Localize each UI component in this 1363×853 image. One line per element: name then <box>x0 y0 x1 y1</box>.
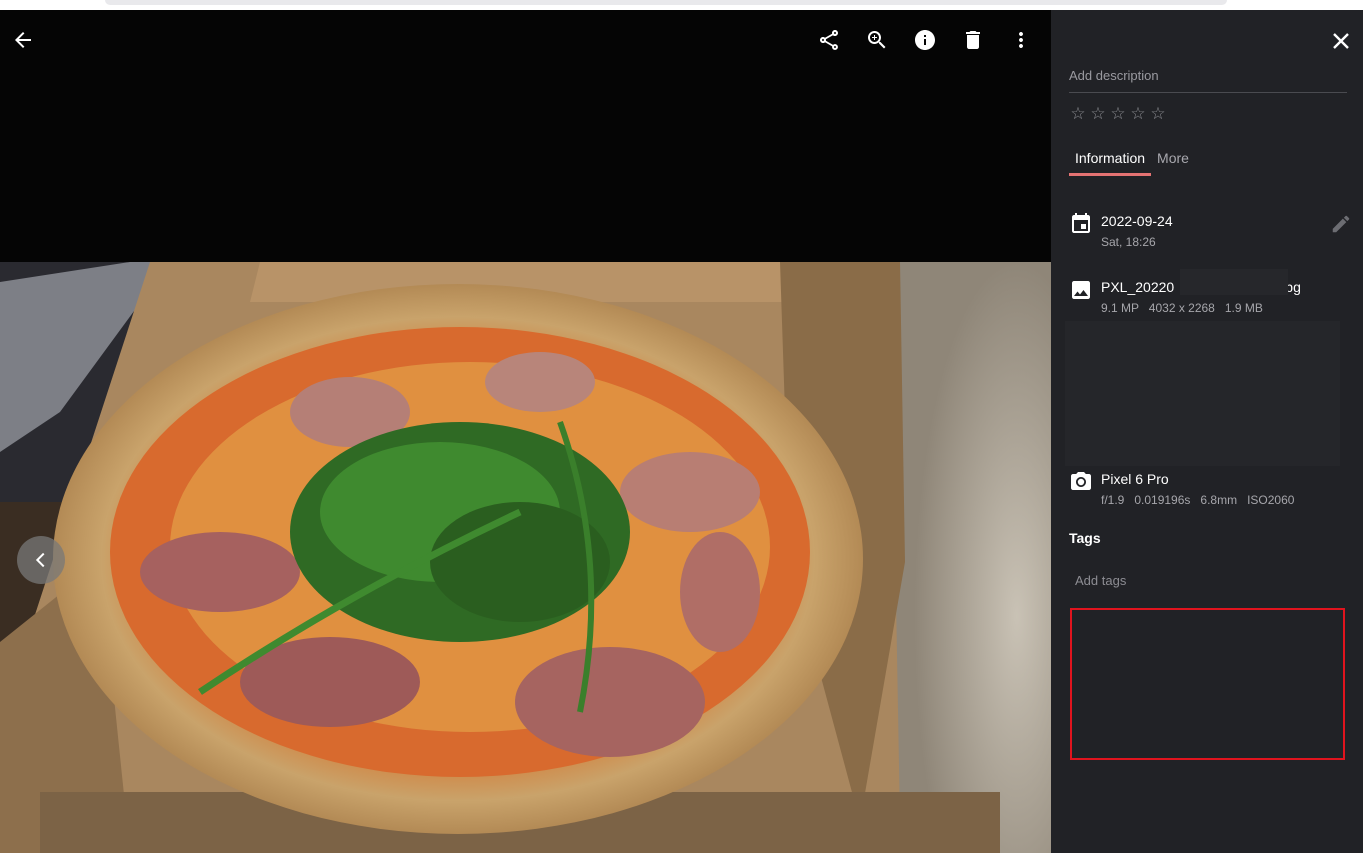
file-name-prefix: PXL_20220 <box>1101 279 1175 295</box>
camera-row: Pixel 6 Pro f/1.9 0.019196s 6.8mm ISO206… <box>1069 470 1294 508</box>
tab-information[interactable]: Information <box>1069 146 1152 176</box>
camera-model: Pixel 6 Pro <box>1101 471 1169 487</box>
share-icon <box>820 30 838 50</box>
arrow-left-icon <box>15 32 31 48</box>
star-5[interactable]: ☆ <box>1149 105 1167 123</box>
star-3[interactable]: ☆ <box>1109 105 1127 123</box>
camera-details: f/1.9 0.019196s 6.8mm ISO2060 <box>1101 493 1295 507</box>
more-options-button[interactable] <box>1005 24 1037 56</box>
pencil-icon <box>1332 215 1350 233</box>
date-value: 2022-09-24 <box>1101 213 1173 229</box>
description-input[interactable]: Add description <box>1069 68 1347 93</box>
info-icon <box>915 30 935 50</box>
zoom-in-icon <box>868 31 886 49</box>
delete-button[interactable] <box>957 24 989 56</box>
browser-address-bar-edge <box>105 0 1227 5</box>
delete-icon <box>966 31 980 49</box>
star-2[interactable]: ☆ <box>1089 105 1107 123</box>
tags-heading: Tags <box>1069 530 1101 546</box>
panel-tabs: Information More <box>1069 146 1195 176</box>
tags-input[interactable]: Add tags <box>1075 573 1126 588</box>
time-value: Sat, 18:26 <box>1101 235 1156 249</box>
star-1[interactable]: ☆ <box>1069 105 1087 123</box>
close-icon <box>1333 33 1349 49</box>
redaction-block <box>1180 269 1288 295</box>
star-4[interactable]: ☆ <box>1129 105 1147 123</box>
previous-photo-button[interactable] <box>17 536 65 584</box>
calendar-icon <box>1069 212 1093 236</box>
info-button[interactable] <box>909 24 941 56</box>
image-icon <box>1069 278 1093 302</box>
close-panel-button[interactable] <box>1329 29 1353 53</box>
browser-top-strip <box>0 0 1363 10</box>
more-vert-icon <box>1019 32 1023 48</box>
share-button[interactable] <box>813 24 845 56</box>
date-row: 2022-09-24 Sat, 18:26 <box>1069 212 1173 250</box>
photo-image <box>0 262 1051 853</box>
photo-viewer <box>0 10 1051 853</box>
rating-stars: ☆ ☆ ☆ ☆ ☆ <box>1069 105 1167 123</box>
back-button[interactable] <box>7 24 39 56</box>
edit-date-button[interactable] <box>1330 213 1352 235</box>
info-panel: Add description ☆ ☆ ☆ ☆ ☆ Information Mo… <box>1051 10 1363 853</box>
camera-icon <box>1069 470 1093 494</box>
chevron-left-icon <box>35 552 45 568</box>
viewer-toolbar <box>0 10 1051 70</box>
file-details: 9.1 MP 4032 x 2268 1.9 MB <box>1101 301 1263 315</box>
tab-more[interactable]: More <box>1151 146 1195 176</box>
highlight-box <box>1070 608 1345 760</box>
zoom-button[interactable] <box>861 24 893 56</box>
map-placeholder <box>1065 321 1340 466</box>
